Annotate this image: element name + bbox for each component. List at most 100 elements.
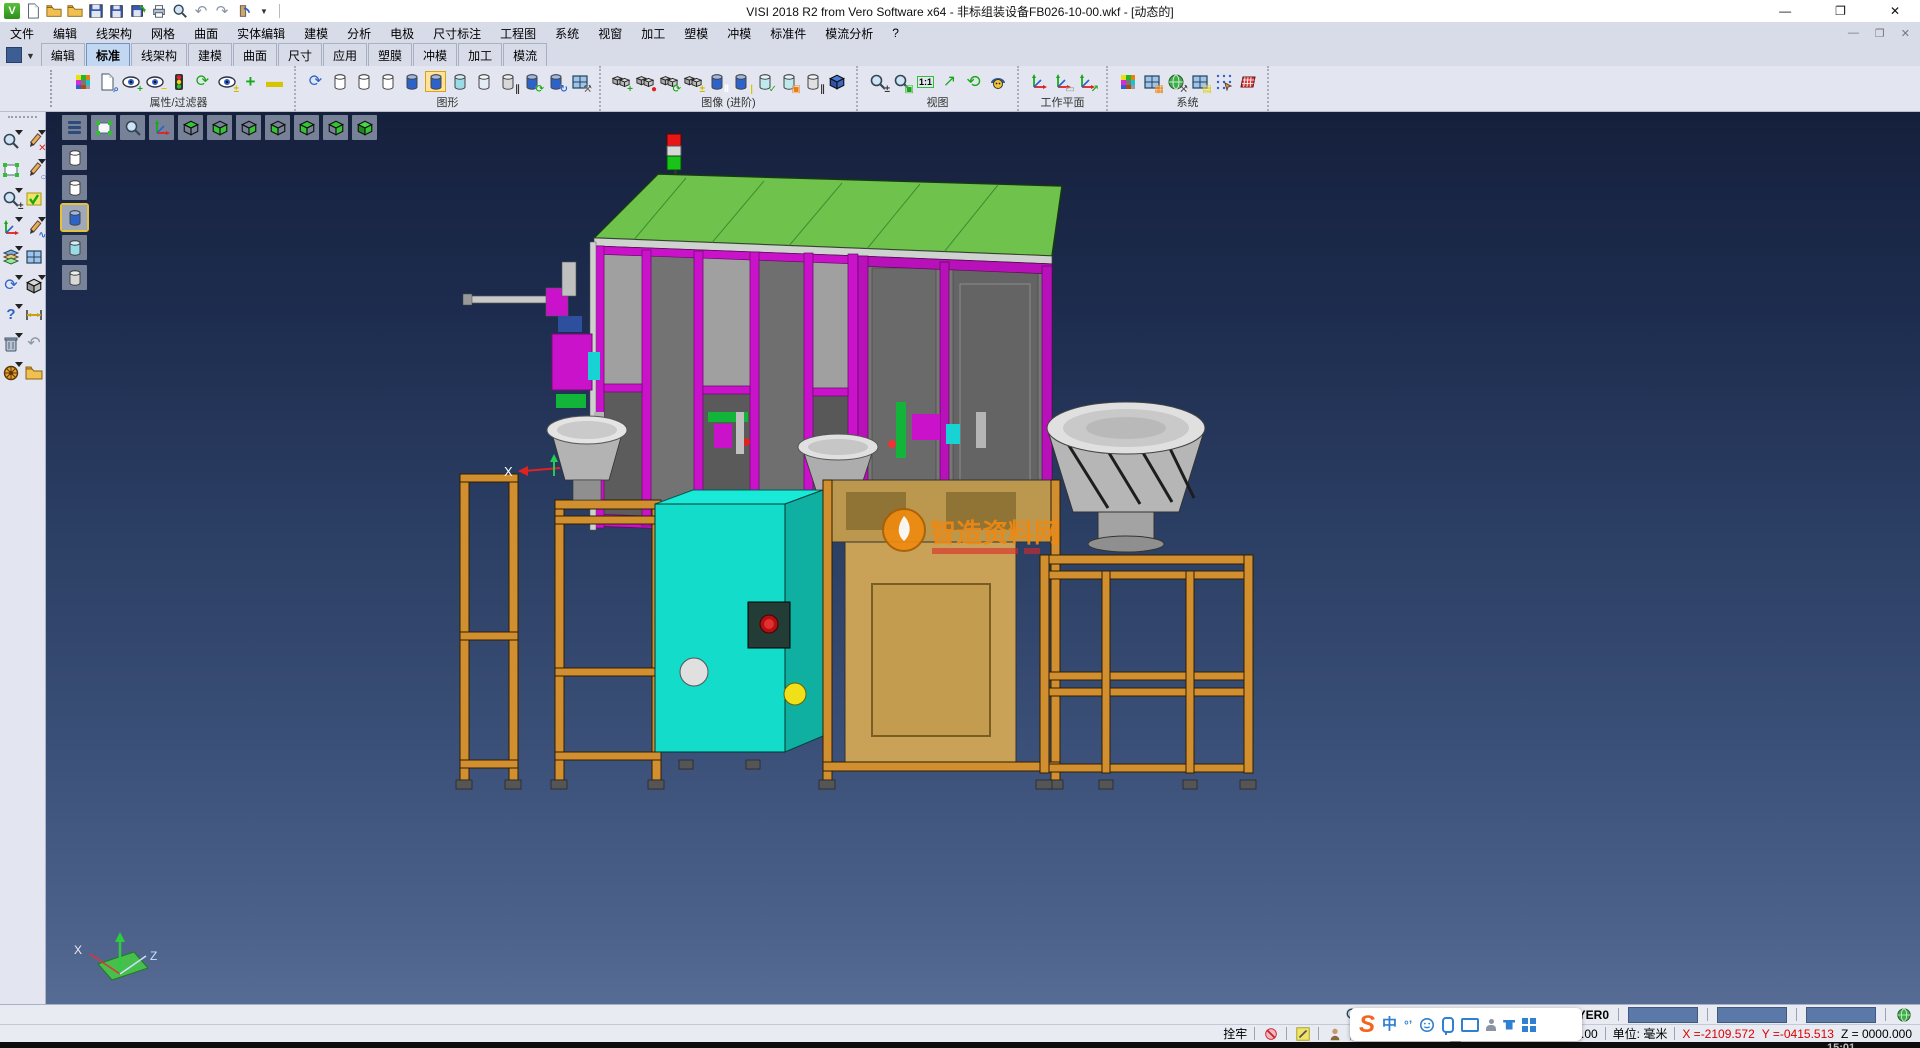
- rotate-view-icon[interactable]: ⟲: [963, 71, 984, 92]
- menu-machining[interactable]: 加工: [641, 25, 665, 42]
- regen-view-icon[interactable]: ⟳: [1, 275, 22, 296]
- open-recent-icon[interactable]: [24, 362, 45, 383]
- menu-surface[interactable]: 曲面: [194, 25, 218, 42]
- hatch-display-icon[interactable]: ∥: [497, 71, 518, 92]
- user-tools-icon[interactable]: [1326, 1026, 1343, 1041]
- save-sync-icon[interactable]: [129, 3, 147, 20]
- viewport-layout-icon[interactable]: [24, 246, 45, 267]
- environment-settings-icon[interactable]: ⚒: [1165, 71, 1186, 92]
- menu-progress[interactable]: 冲模: [727, 25, 751, 42]
- shade-options-icon[interactable]: ↻: [545, 71, 566, 92]
- shading-cube-icon[interactable]: [24, 275, 45, 296]
- ime-toolbox-icon[interactable]: [1522, 1018, 1536, 1032]
- lock-toggle[interactable]: 拴牢: [1223, 1025, 1247, 1042]
- menu-modeling[interactable]: 建模: [304, 25, 328, 42]
- save-as-icon[interactable]: [108, 3, 126, 20]
- shaded-display-icon[interactable]: [401, 71, 422, 92]
- open-file-icon[interactable]: [45, 3, 63, 20]
- quick-access-dropdown-icon[interactable]: ▼: [255, 3, 273, 20]
- wireframe-display-icon[interactable]: [329, 71, 350, 92]
- undo-step-icon[interactable]: ↶: [24, 333, 45, 354]
- measure-distance-icon[interactable]: [24, 304, 45, 325]
- zoom-scale-icon[interactable]: ±: [1, 188, 22, 209]
- world-icon[interactable]: [1895, 1007, 1912, 1022]
- ime-skin-icon[interactable]: [1503, 1020, 1515, 1030]
- menu-solid-edit[interactable]: 实体编辑: [237, 25, 285, 42]
- ime-emoji-icon[interactable]: [1419, 1017, 1435, 1033]
- mdi-close-button[interactable]: ✕: [1901, 27, 1910, 40]
- save-icon[interactable]: [87, 3, 105, 20]
- erase-sketch-icon[interactable]: ✕: [24, 130, 45, 151]
- snap-grid-icon[interactable]: [1213, 71, 1234, 92]
- tab-standard[interactable]: 标准: [86, 43, 130, 66]
- ime-language-toggle[interactable]: 中: [1382, 1017, 1397, 1032]
- solid-reference-icon[interactable]: ▣: [778, 71, 799, 92]
- bodies-add-icon[interactable]: +: [610, 71, 631, 92]
- tab-application[interactable]: 应用: [323, 43, 367, 66]
- viewport-3d[interactable]: 智造资料网 X X Z: [46, 112, 1920, 1004]
- display-settings-icon[interactable]: ▦: [1141, 71, 1162, 92]
- transparent-display-icon[interactable]: [449, 71, 470, 92]
- menu-standard-parts[interactable]: 标准件: [770, 25, 806, 42]
- viewport-menu-icon[interactable]: [62, 115, 87, 140]
- zoom-in-out-icon[interactable]: ±: [867, 71, 888, 92]
- tab-modeling[interactable]: 建模: [188, 43, 232, 66]
- solid-validate-icon[interactable]: ✓: [754, 71, 775, 92]
- toggle-visibility-icon[interactable]: ±: [216, 71, 237, 92]
- spline-edit-icon[interactable]: ∿: [24, 217, 45, 238]
- profile-settings-icon[interactable]: ▤: [1189, 71, 1210, 92]
- pan-arrow-icon[interactable]: ↗: [939, 71, 960, 92]
- toolbar-menu-icon[interactable]: [6, 47, 22, 63]
- bodies-filter-icon[interactable]: ●: [634, 71, 655, 92]
- hidden-line-display-icon[interactable]: [353, 71, 374, 92]
- attribute-copy-icon[interactable]: ⌕: [96, 71, 117, 92]
- solid-ribbed-icon[interactable]: ‖: [706, 71, 727, 92]
- filter-traffic-icon[interactable]: [168, 71, 189, 92]
- zoom-selected-icon[interactable]: ▣: [891, 71, 912, 92]
- confirm-check-icon[interactable]: [24, 188, 45, 209]
- menu-mesh[interactable]: 网格: [151, 25, 175, 42]
- render-hatch-icon[interactable]: [62, 265, 87, 290]
- windows-taskbar-edge[interactable]: 15:01: [0, 1042, 1920, 1048]
- workplane-slot-2[interactable]: [1717, 1007, 1787, 1023]
- preview-icon[interactable]: [171, 3, 189, 20]
- history-icon[interactable]: [234, 3, 252, 20]
- attribute-palette-icon[interactable]: [72, 71, 93, 92]
- close-button[interactable]: ✕: [1890, 4, 1900, 18]
- zoom-previous-icon[interactable]: [120, 115, 145, 140]
- tab-flow[interactable]: 模流: [503, 43, 547, 66]
- ime-profile-icon[interactable]: [1486, 1019, 1496, 1031]
- perspective-icon[interactable]: [987, 71, 1008, 92]
- print-icon[interactable]: [150, 3, 168, 20]
- workplane-slot-3[interactable]: [1806, 1007, 1876, 1023]
- toolbar-drag-handle[interactable]: [50, 70, 57, 107]
- tab-edit[interactable]: 编辑: [41, 43, 85, 66]
- mdi-restore-button[interactable]: ❐: [1875, 27, 1885, 40]
- workplane-align-icon[interactable]: ▭: [1052, 71, 1073, 92]
- view-isometric-icon[interactable]: [352, 115, 377, 140]
- new-file-icon[interactable]: [24, 3, 42, 20]
- tab-dimension[interactable]: 尺寸: [278, 43, 322, 66]
- sketch-circle-icon[interactable]: ○: [24, 159, 45, 180]
- ucs-axis-icon[interactable]: [1, 217, 22, 238]
- select-filter-icon[interactable]: [1294, 1026, 1311, 1041]
- shade-refresh-icon[interactable]: ⟳: [521, 71, 542, 92]
- bodies-refresh-icon[interactable]: ⟳: [658, 71, 679, 92]
- redo-icon[interactable]: ↷: [213, 3, 231, 20]
- view-top-icon[interactable]: [178, 115, 203, 140]
- menu-wireframe[interactable]: 线架构: [96, 25, 132, 42]
- no-snap-icon[interactable]: [1262, 1026, 1279, 1041]
- hide-all-icon[interactable]: ▬: [264, 71, 285, 92]
- fit-view-icon[interactable]: [91, 115, 116, 140]
- zoom-1to1-icon[interactable]: 1:1: [915, 71, 936, 92]
- menu-flow-analysis[interactable]: 模流分析: [825, 25, 873, 42]
- render-transparent-icon[interactable]: [62, 235, 87, 260]
- refresh-visibility-icon[interactable]: ⟳: [192, 71, 213, 92]
- menu-electrode[interactable]: 电极: [390, 25, 414, 42]
- navigate-helm-icon[interactable]: [1, 362, 22, 383]
- tab-machining[interactable]: 加工: [458, 43, 502, 66]
- graphics-settings-icon[interactable]: ⚒: [569, 71, 590, 92]
- view-axis-icon[interactable]: [149, 115, 174, 140]
- menu-file[interactable]: 文件: [10, 25, 34, 42]
- view-right-icon[interactable]: [323, 115, 348, 140]
